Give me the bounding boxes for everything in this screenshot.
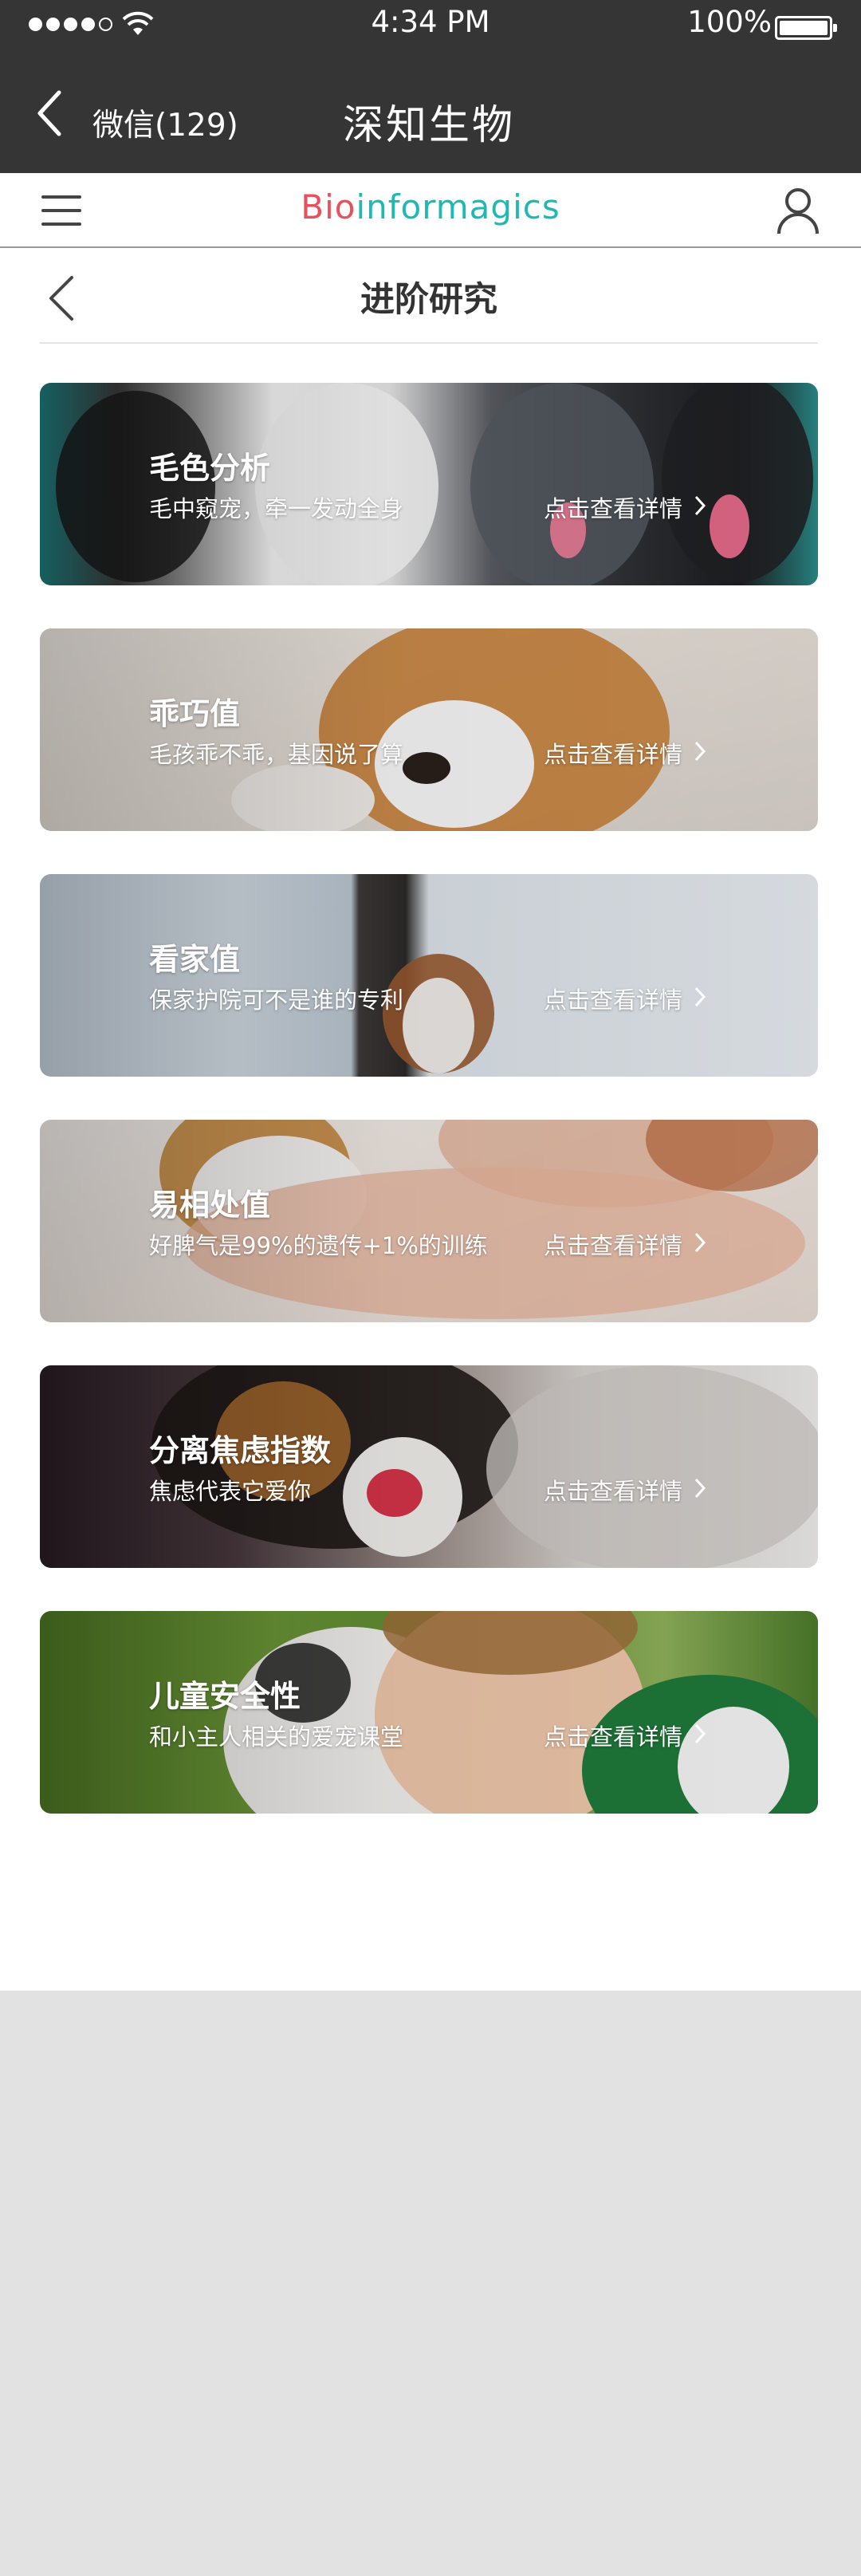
card-subtitle: 焦虑代表它爱你	[149, 1478, 312, 1505]
card-obedience[interactable]: 乖巧值 毛孩乖不乖，基因说了算 点击查看详情	[40, 628, 818, 831]
status-bar: 4:34 PM 100%	[0, 0, 861, 48]
user-profile-icon[interactable]	[776, 186, 820, 235]
card-friendliness[interactable]: 易相处值 好脾气是99%的遗传+1%的训练 点击查看详情	[40, 1120, 818, 1322]
card-separation-anxiety[interactable]: 分离焦虑指数 焦虑代表它爱你 点击查看详情	[40, 1365, 818, 1568]
card-title: 儿童安全性	[149, 1679, 301, 1714]
card-title: 看家值	[149, 942, 241, 977]
card-title: 乖巧值	[149, 696, 241, 731]
chevron-right-icon	[694, 741, 706, 762]
card-detail-link[interactable]: 点击查看详情	[544, 490, 682, 524]
chevron-right-icon	[694, 1232, 706, 1253]
chevron-right-icon	[694, 987, 706, 1007]
wechat-header: 微信(129) 深知生物	[0, 48, 861, 173]
wechat-title: 深知生物	[343, 102, 516, 149]
card-subtitle: 好脾气是99%的遗传+1%的训练	[149, 1232, 488, 1259]
card-subtitle: 保家护院可不是谁的专利	[149, 987, 404, 1014]
card-subtitle: 毛孩乖不乖，基因说了算	[149, 741, 404, 768]
brand-logo[interactable]: Bioinformagics	[0, 187, 861, 226]
card-guarding[interactable]: 看家值 保家护院可不是谁的专利 点击查看详情	[40, 874, 818, 1077]
card-title: 毛色分析	[149, 451, 271, 486]
card-child-safety[interactable]: 儿童安全性 和小主人相关的爱宠课堂 点击查看详情	[40, 1611, 818, 1814]
chevron-right-icon	[694, 1478, 706, 1499]
logo-suffix: informagics	[356, 187, 560, 226]
wechat-back-button[interactable]: 微信(129)	[92, 100, 238, 145]
section-header: 进阶研究	[40, 248, 818, 344]
battery-percentage: 100%	[687, 5, 772, 39]
card-subtitle: 和小主人相关的爱宠课堂	[149, 1723, 404, 1751]
card-detail-link[interactable]: 点击查看详情	[544, 1227, 682, 1261]
card-title: 分离焦虑指数	[149, 1433, 332, 1468]
chevron-right-icon	[694, 495, 706, 516]
card-coat-color[interactable]: 毛色分析 毛中窥宠，牵一发动全身 点击查看详情	[40, 383, 818, 585]
card-detail-link[interactable]: 点击查看详情	[544, 1719, 682, 1752]
app-nav-bar: Bioinformagics	[0, 173, 861, 248]
card-title: 易相处值	[149, 1188, 271, 1223]
back-chevron-icon[interactable]	[35, 89, 62, 137]
logo-prefix: Bio	[301, 187, 356, 226]
battery-icon	[775, 16, 837, 40]
card-subtitle: 毛中窥宠，牵一发动全身	[149, 495, 404, 522]
card-detail-link[interactable]: 点击查看详情	[544, 1473, 682, 1507]
card-detail-link[interactable]: 点击查看详情	[544, 736, 682, 770]
chevron-right-icon	[694, 1723, 706, 1744]
card-detail-link[interactable]: 点击查看详情	[544, 982, 682, 1015]
section-title: 进阶研究	[360, 280, 497, 320]
